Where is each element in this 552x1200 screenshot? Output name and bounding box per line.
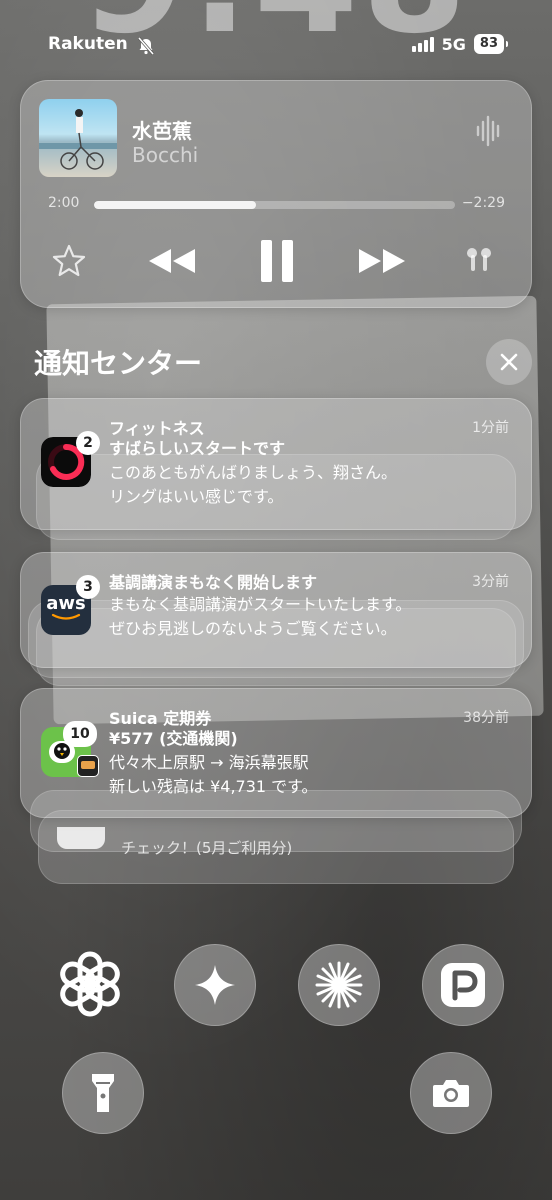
sparkle-shortcut[interactable]	[174, 944, 256, 1026]
cellular-signal-icon	[411, 36, 434, 52]
chatgpt-icon	[60, 951, 120, 1017]
fast-forward-icon[interactable]	[357, 247, 407, 275]
track-title: 水芭蕉	[132, 119, 192, 143]
starburst-icon	[315, 961, 363, 1009]
flashlight-icon	[92, 1074, 114, 1112]
airpods-output-icon[interactable]	[463, 245, 495, 277]
notification-app-name: フィットネス	[109, 419, 205, 438]
starburst-shortcut[interactable]	[298, 944, 380, 1026]
notification-headline: ¥577 (交通機関)	[109, 729, 238, 748]
elapsed-time: 2:00	[48, 195, 80, 211]
notification-body-line: このあともがんばりましょう、翔さん。	[109, 463, 398, 482]
notification-app-name: Suica 定期券	[109, 709, 212, 728]
notification-body-line: まもなく基調講演がスタートいたします。	[109, 595, 412, 614]
notification-suica[interactable]: 10 Suica 定期券 38分前 ¥577 (交通機関) 代々木上原駅 → 海…	[20, 688, 532, 818]
camera-icon	[433, 1080, 469, 1107]
notification-center-title: 通知センター	[34, 347, 203, 380]
notification-count-badge: 10	[63, 721, 97, 747]
rewind-icon[interactable]	[147, 247, 197, 275]
flashlight-button[interactable]	[62, 1052, 144, 1134]
status-bar: Rakuten 5G 83	[48, 34, 509, 58]
track-artist: Bocchi	[132, 143, 199, 167]
notification-time: 3分前	[472, 574, 509, 590]
sparkle-icon	[195, 965, 235, 1005]
notification-time: 38分前	[463, 710, 509, 726]
notification-keynote[interactable]: aws 3 基調講演まもなく開始します 3分前 まもなく基調講演がスタートいたし…	[20, 552, 532, 668]
notification-title: 基調講演まもなく開始します	[109, 573, 318, 592]
audio-waveform-icon	[476, 115, 500, 147]
album-artwork[interactable]	[39, 99, 117, 177]
wallet-badge-icon	[77, 755, 99, 777]
notification-count-badge: 3	[76, 575, 100, 599]
network-type: 5G	[441, 34, 466, 54]
favorite-star-icon[interactable]	[51, 243, 87, 279]
notification-count-badge: 2	[76, 431, 100, 455]
battery-indicator: 83	[473, 34, 509, 54]
notification-fitness[interactable]: 2 フィットネス 1分前 すばらしいスタートです このあともがんばりましょう、翔…	[20, 398, 532, 530]
clear-notifications-button[interactable]	[486, 339, 532, 385]
now-playing-widget[interactable]: 水芭蕉 Bocchi 2:00 −2:29	[20, 80, 532, 308]
notification-headline: すばらしいスタートです	[109, 439, 286, 458]
notification-body-line: 新しい残高は ¥4,731 です。	[109, 777, 318, 796]
notification-time: 1分前	[472, 420, 509, 436]
playback-scrubber[interactable]	[94, 201, 455, 209]
paypay-icon	[441, 963, 485, 1007]
chatgpt-shortcut[interactable]	[50, 944, 130, 1024]
remaining-time: −2:29	[461, 195, 505, 211]
pause-icon[interactable]	[259, 238, 295, 284]
playback-progress-fill	[94, 201, 257, 209]
silent-mode-icon	[137, 37, 155, 55]
paypay-shortcut[interactable]	[422, 944, 504, 1026]
camera-button[interactable]	[410, 1052, 492, 1134]
carrier-label: Rakuten	[48, 34, 128, 54]
notification-body-line: 代々木上原駅 → 海浜幕張駅	[109, 753, 309, 772]
close-icon	[500, 353, 518, 371]
notification-body-line: ぜひお見逃しのないようご覧ください。	[109, 619, 397, 638]
notification-body-line: リングはいい感じです。	[109, 487, 284, 506]
